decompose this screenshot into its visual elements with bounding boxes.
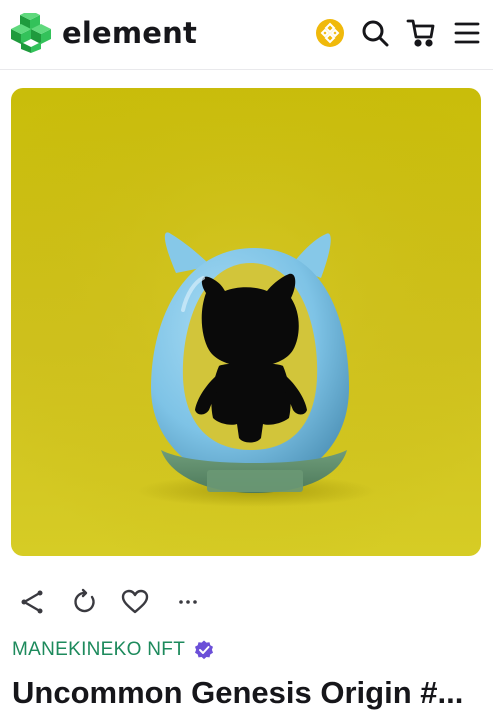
- cart-icon[interactable]: [406, 18, 436, 48]
- refresh-icon[interactable]: [70, 587, 100, 617]
- top-navigation-bar: element: [0, 0, 493, 70]
- nft-artwork: [11, 88, 481, 556]
- heart-icon[interactable]: [120, 587, 150, 617]
- verified-badge-icon: [195, 640, 214, 660]
- search-icon[interactable]: [360, 18, 390, 48]
- share-icon[interactable]: [18, 587, 48, 617]
- item-actions-bar: [0, 584, 493, 620]
- collection-link[interactable]: MANEKINEKO NFT: [12, 639, 185, 661]
- element-logo-icon[interactable]: [10, 13, 52, 53]
- brand-name[interactable]: element: [62, 13, 197, 53]
- more-icon[interactable]: [173, 587, 203, 617]
- collection-row: MANEKINEKO NFT: [12, 637, 214, 663]
- nft-image[interactable]: [11, 88, 481, 556]
- bnb-chain-icon[interactable]: [315, 18, 345, 48]
- nft-title: Uncommon Genesis Origin #...: [12, 675, 464, 710]
- menu-icon[interactable]: [452, 18, 482, 48]
